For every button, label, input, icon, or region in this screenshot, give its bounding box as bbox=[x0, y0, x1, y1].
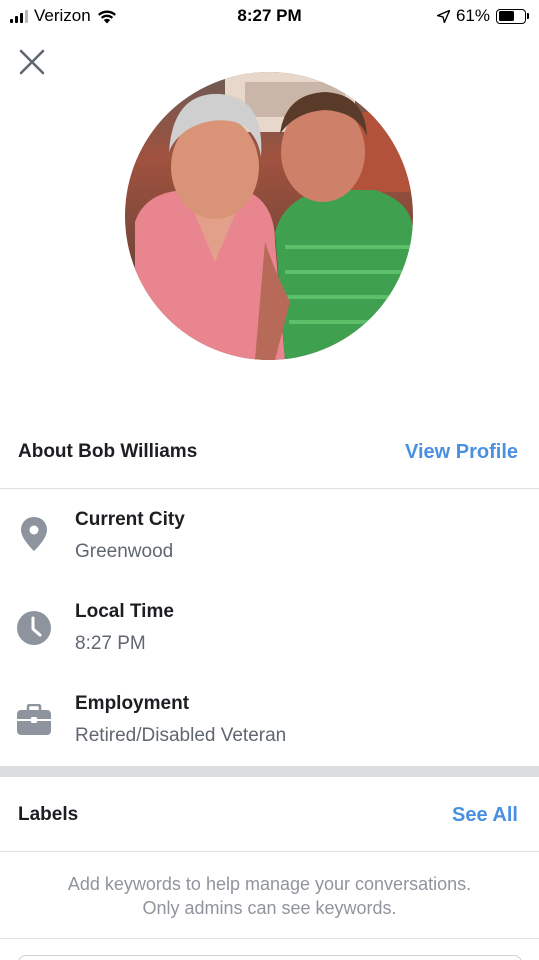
status-right: 61% bbox=[436, 6, 529, 26]
battery-percent: 61% bbox=[455, 6, 490, 25]
divider bbox=[0, 851, 539, 852]
divider bbox=[0, 488, 539, 489]
labels-title: Labels bbox=[18, 804, 79, 825]
employment-value: Retired/Disabled Veteran bbox=[75, 725, 287, 746]
add-label-input[interactable] bbox=[18, 955, 522, 960]
status-bar: Verizon 8:27 PM 61% bbox=[0, 0, 539, 32]
profile-photo bbox=[125, 72, 413, 360]
close-icon bbox=[19, 49, 45, 75]
divider bbox=[0, 938, 539, 939]
status-left: Verizon bbox=[10, 6, 117, 26]
labels-hint-line1: Add keywords to help manage your convers… bbox=[67, 874, 472, 894]
battery-icon bbox=[496, 8, 529, 24]
avatar[interactable] bbox=[125, 72, 413, 360]
about-title: About Bob Williams bbox=[18, 441, 198, 462]
signal-strength-icon bbox=[10, 9, 28, 23]
view-profile-link[interactable]: View Profile bbox=[405, 441, 518, 464]
clock-icon bbox=[16, 610, 52, 646]
see-all-link[interactable]: See All bbox=[452, 804, 518, 827]
info-row-employment: Employment Retired/Disabled Veteran bbox=[0, 684, 539, 754]
location-arrow-icon bbox=[436, 9, 450, 23]
wifi-icon bbox=[97, 9, 116, 23]
briefcase-icon bbox=[16, 702, 52, 738]
labels-hint-line2: Only admins can see keywords. bbox=[142, 898, 397, 918]
employment-label: Employment bbox=[75, 693, 190, 714]
close-button[interactable] bbox=[14, 44, 50, 80]
carrier-name: Verizon bbox=[34, 6, 91, 25]
about-section-header: About Bob Williams View Profile bbox=[0, 415, 539, 489]
labels-section-header: Labels See All bbox=[0, 778, 539, 852]
local-time-label: Local Time bbox=[75, 601, 174, 622]
section-separator bbox=[0, 766, 539, 777]
current-city-label: Current City bbox=[75, 509, 185, 530]
profile-info-screen: Verizon 8:27 PM 61% About Bob Williams V… bbox=[0, 0, 539, 960]
location-pin-icon bbox=[16, 516, 52, 552]
local-time-value: 8:27 PM bbox=[75, 633, 146, 654]
info-row-local-time: Local Time 8:27 PM bbox=[0, 592, 539, 662]
current-city-value: Greenwood bbox=[75, 541, 174, 562]
info-row-current-city: Current City Greenwood bbox=[0, 500, 539, 570]
